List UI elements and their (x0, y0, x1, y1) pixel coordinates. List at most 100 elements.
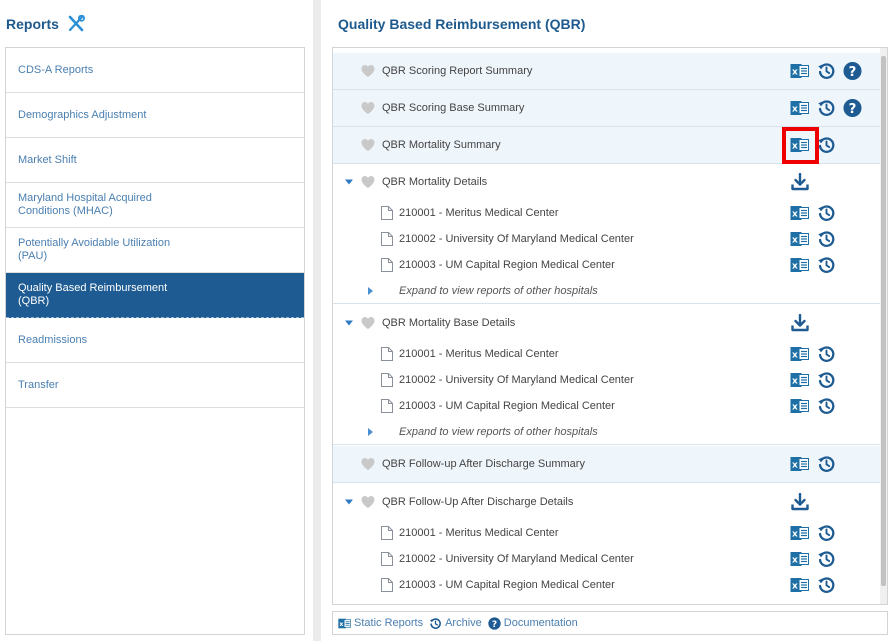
excel-icon[interactable] (790, 398, 809, 414)
history-icon[interactable] (817, 455, 836, 474)
highlight-box (782, 127, 819, 164)
excel-icon[interactable] (790, 456, 809, 472)
reports-sidebar: Reports CDS-A Reports Demographics Adjus… (0, 0, 313, 641)
hospital-row-label: 210003 - UM Capital Region Medical Cente… (399, 579, 615, 591)
history-icon[interactable] (817, 230, 836, 249)
history-icon[interactable] (817, 204, 836, 223)
excel-icon[interactable] (790, 525, 809, 541)
history-icon[interactable] (817, 99, 836, 118)
sidebar-item-qbr[interactable]: Quality Based Reimbursement (QBR) (6, 273, 304, 318)
report-legend-footer: Static Reports Archive Documentation (332, 611, 888, 635)
history-icon (429, 617, 442, 630)
document-icon (381, 232, 393, 246)
history-icon[interactable] (817, 524, 836, 543)
favorite-heart-icon[interactable] (361, 458, 375, 471)
hospital-row-label: 210001 - Meritus Medical Center (399, 207, 559, 219)
sidebar-item-label: Transfer (18, 378, 59, 391)
report-row-label: QBR Mortality Details (382, 176, 488, 188)
report-content-panel: Quality Based Reimbursement (QBR) QBR Sc… (321, 0, 888, 641)
sidebar-item-label: Maryland Hospital Acquired Conditions (M… (18, 192, 152, 217)
history-icon[interactable] (817, 256, 836, 275)
report-row-qbr-mortality-summary: QBR Mortality Summary (333, 127, 881, 164)
documentation-label: Documentation (503, 617, 578, 629)
excel-icon[interactable] (790, 63, 809, 79)
excel-icon[interactable] (790, 205, 809, 221)
history-icon[interactable] (817, 397, 836, 416)
sidebar-item-label: Demographics Adjustment (18, 108, 147, 121)
favorite-heart-icon[interactable] (361, 65, 375, 78)
expand-arrow-icon[interactable] (345, 499, 353, 504)
sidebar-item-cds-a-reports[interactable]: CDS-A Reports (6, 48, 304, 93)
report-row-qbr-follow-up-details[interactable]: QBR Follow-Up After Discharge Details (333, 483, 881, 520)
hospital-row[interactable]: 210003 - UM Capital Region Medical Cente… (333, 572, 881, 598)
expand-arrow-icon[interactable] (368, 286, 373, 295)
report-row-qbr-scoring-base-summary: QBR Scoring Base Summary (333, 90, 881, 127)
expand-other-hospitals[interactable]: Expand to view reports of other hospital… (333, 278, 881, 304)
expand-arrow-icon[interactable] (345, 320, 353, 326)
history-icon[interactable] (817, 371, 836, 390)
sidebar-item-pau[interactable]: Potentially Avoidable Utilization (PAU) (6, 228, 304, 273)
excel-icon[interactable] (790, 577, 809, 593)
history-icon[interactable] (817, 62, 836, 81)
documentation-legend[interactable]: Documentation (488, 617, 578, 630)
vertical-scrollbar[interactable] (880, 48, 887, 604)
sidebar-item-label: CDS-A Reports (18, 63, 94, 76)
excel-icon[interactable] (790, 257, 809, 273)
help-icon[interactable] (843, 62, 862, 81)
history-icon[interactable] (817, 136, 836, 155)
sidebar-item-label: Readmissions (18, 333, 88, 346)
sidebar-item-transfer[interactable]: Transfer (6, 363, 304, 408)
hospital-row[interactable]: 210003 - UM Capital Region Medical Cente… (333, 393, 881, 419)
sidebar-item-demographics-adjustment[interactable]: Demographics Adjustment (6, 93, 304, 138)
sidebar-item-readmissions[interactable]: Readmissions (6, 318, 304, 363)
favorite-heart-icon[interactable] (361, 139, 375, 152)
expand-arrow-icon[interactable] (368, 427, 373, 436)
download-icon[interactable] (791, 493, 809, 511)
download-icon[interactable] (791, 173, 809, 191)
tools-icon[interactable] (67, 15, 85, 33)
expand-other-hospitals[interactable]: Expand to view reports of other hospital… (333, 419, 881, 445)
sidebar-item-market-shift[interactable]: Market Shift (6, 138, 304, 183)
excel-icon[interactable] (790, 346, 809, 362)
favorite-heart-icon[interactable] (361, 495, 375, 508)
download-icon[interactable] (791, 314, 809, 332)
history-icon[interactable] (817, 550, 836, 569)
favorite-heart-icon[interactable] (361, 176, 375, 189)
document-icon (381, 206, 393, 220)
hospital-row[interactable]: 210002 - University Of Maryland Medical … (333, 546, 881, 572)
hospital-row[interactable]: 210001 - Meritus Medical Center (333, 200, 881, 226)
sidebar-item-mhac[interactable]: Maryland Hospital Acquired Conditions (M… (6, 183, 304, 228)
report-row-label: QBR Follow-up After Discharge Summary (382, 458, 585, 470)
hospital-row[interactable]: 210001 - Meritus Medical Center (333, 520, 881, 546)
history-icon[interactable] (817, 345, 836, 364)
excel-icon[interactable] (790, 551, 809, 567)
help-icon (488, 617, 501, 630)
report-row-qbr-mortality-details[interactable]: QBR Mortality Details (333, 164, 881, 200)
static-reports-legend[interactable]: Static Reports (338, 617, 423, 630)
expand-arrow-icon[interactable] (345, 179, 353, 185)
page-title: Quality Based Reimbursement (QBR) (338, 16, 586, 32)
document-icon (381, 552, 393, 566)
help-icon[interactable] (843, 99, 862, 118)
scrollbar-thumb[interactable] (881, 56, 886, 586)
report-row-label: QBR Scoring Base Summary (382, 102, 525, 114)
excel-icon[interactable] (790, 372, 809, 388)
archive-legend[interactable]: Archive (429, 617, 482, 630)
hospital-row-label: 210001 - Meritus Medical Center (399, 527, 559, 539)
sidebar-item-label: Potentially Avoidable Utilization (PAU) (18, 237, 171, 262)
hospital-row[interactable]: 210002 - University Of Maryland Medical … (333, 226, 881, 252)
favorite-heart-icon[interactable] (361, 317, 375, 330)
history-icon[interactable] (817, 576, 836, 595)
favorite-heart-icon[interactable] (361, 102, 375, 115)
report-row-qbr-scoring-report-summary: QBR Scoring Report Summary (333, 53, 881, 90)
panel-divider[interactable] (313, 0, 321, 641)
report-row-qbr-mortality-base-details[interactable]: QBR Mortality Base Details (333, 305, 881, 341)
hospital-row[interactable]: 210002 - University Of Maryland Medical … (333, 367, 881, 393)
hospital-row[interactable]: 210003 - UM Capital Region Medical Cente… (333, 252, 881, 278)
excel-icon[interactable] (790, 100, 809, 116)
hospital-row-label: 210002 - University Of Maryland Medical … (399, 553, 634, 565)
archive-label: Archive (445, 617, 482, 629)
document-icon (381, 526, 393, 540)
excel-icon[interactable] (790, 231, 809, 247)
hospital-row[interactable]: 210001 - Meritus Medical Center (333, 341, 881, 367)
